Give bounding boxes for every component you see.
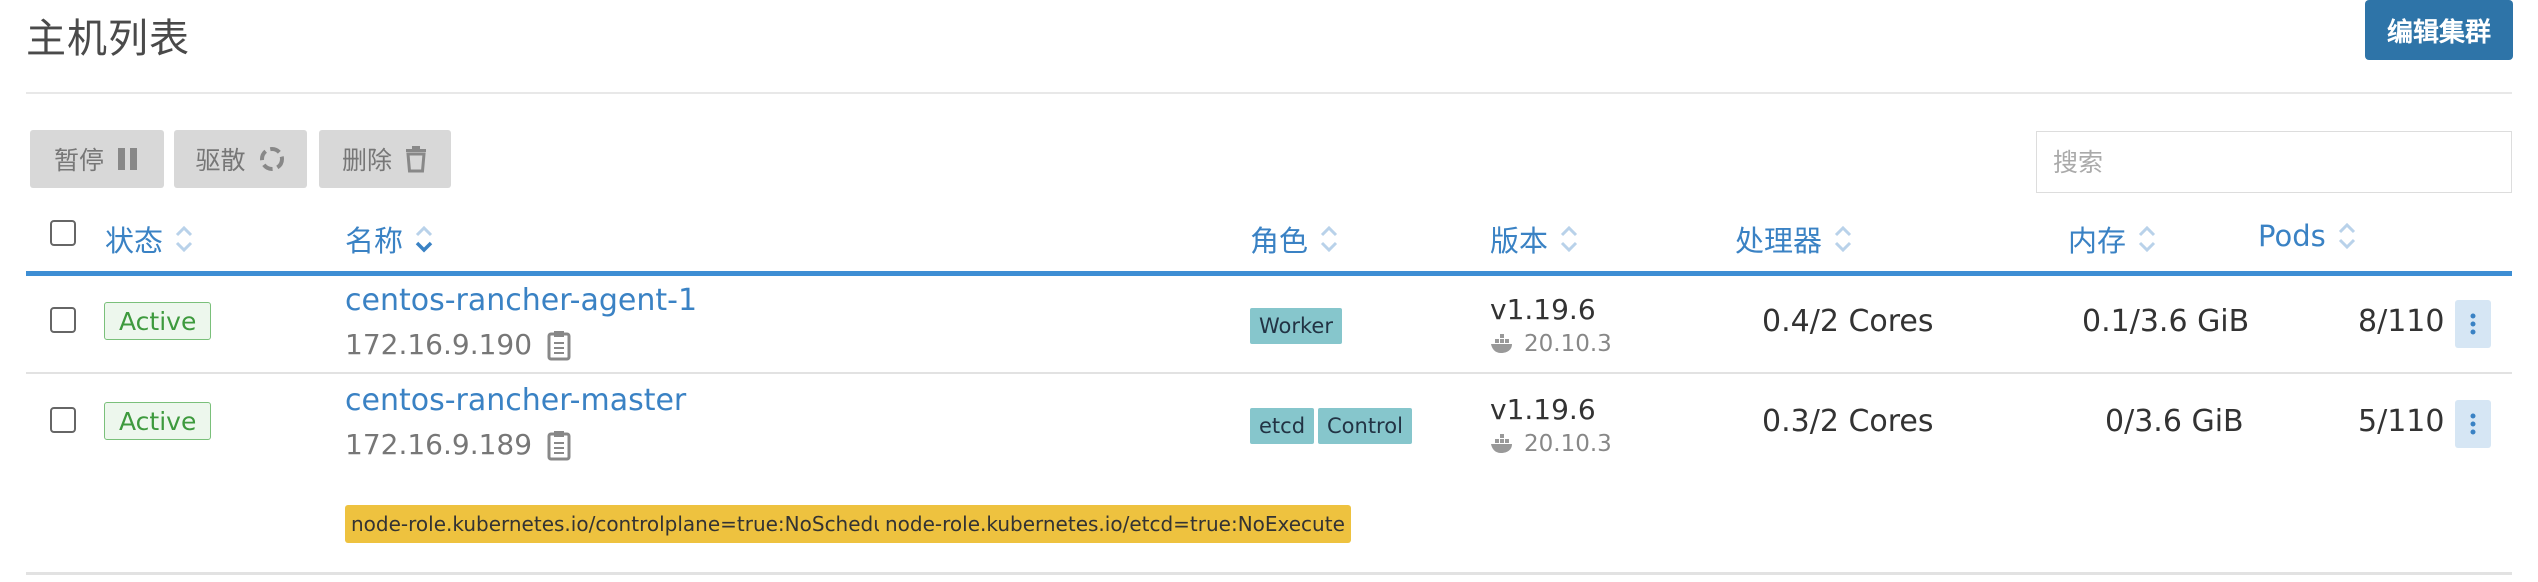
docker-icon xyxy=(1491,334,1512,353)
host-ip: 172.16.9.189 xyxy=(345,428,574,461)
host-ip-text: 172.16.9.189 xyxy=(345,428,533,461)
pause-button-label: 暂停 xyxy=(53,146,104,175)
docker-version-text: 20.10.3 xyxy=(1524,431,1612,457)
host-name-link[interactable]: centos-rancher-agent-1 xyxy=(345,283,697,318)
table-bottom-divider xyxy=(26,572,2512,575)
evict-icon xyxy=(259,147,284,171)
sort-icon xyxy=(1560,225,1578,253)
status-badge: Active xyxy=(104,302,212,340)
row-checkbox[interactable] xyxy=(50,407,76,433)
table-header-divider xyxy=(26,271,2512,276)
memory-usage: 0/3.6 GiB xyxy=(2105,404,2244,439)
delete-button[interactable]: 删除 xyxy=(319,130,451,188)
kubernetes-version: v1.19.6 xyxy=(1490,393,1596,426)
row-actions-button[interactable] xyxy=(2455,300,2491,348)
delete-button-label: 删除 xyxy=(341,146,392,175)
docker-icon xyxy=(1491,434,1512,453)
column-header-role[interactable]: 角色 xyxy=(1250,218,1340,260)
row-divider xyxy=(26,372,2512,374)
docker-version: 20.10.3 xyxy=(1490,431,1612,457)
docker-version-text: 20.10.3 xyxy=(1524,331,1612,357)
column-header-memory[interactable]: 内存 xyxy=(2068,218,2158,260)
role-badge-worker: Worker xyxy=(1250,308,1342,344)
sort-icon xyxy=(2338,222,2355,250)
kebab-icon xyxy=(2470,413,2476,435)
sort-icon xyxy=(1320,225,1338,253)
row-checkbox[interactable] xyxy=(50,307,76,333)
sort-icon xyxy=(1834,225,1852,253)
column-header-version[interactable]: 版本 xyxy=(1490,218,1580,260)
copy-icon[interactable] xyxy=(546,329,574,361)
column-header-memory-label: 内存 xyxy=(2068,224,2127,258)
select-all-checkbox[interactable] xyxy=(50,220,76,246)
sort-icon xyxy=(175,225,193,253)
taint-badge-controlplane: node-role.kubernetes.io/controlplane=tru… xyxy=(345,505,910,543)
host-ip-text: 172.16.9.190 xyxy=(345,328,533,361)
column-header-name[interactable]: 名称 xyxy=(345,218,435,260)
column-header-role-label: 角色 xyxy=(1250,224,1309,258)
role-badge-control: Control xyxy=(1318,408,1412,444)
pods-usage: 8/110 xyxy=(2358,304,2445,339)
pause-icon xyxy=(118,148,137,170)
edit-cluster-button[interactable]: 编辑集群 xyxy=(2365,0,2513,60)
role-badge-etcd: etcd xyxy=(1250,408,1315,444)
status-badge: Active xyxy=(104,402,212,440)
sort-icon xyxy=(2138,225,2156,253)
host-ip: 172.16.9.190 xyxy=(345,328,574,361)
title-divider xyxy=(26,92,2512,94)
pods-usage: 5/110 xyxy=(2358,404,2445,439)
column-header-state[interactable]: 状态 xyxy=(105,218,195,260)
pause-button[interactable]: 暂停 xyxy=(30,130,164,188)
evict-button[interactable]: 驱散 xyxy=(174,130,307,188)
column-header-version-label: 版本 xyxy=(1490,224,1549,258)
column-header-state-label: 状态 xyxy=(105,224,164,258)
column-header-cpu[interactable]: 处理器 xyxy=(1735,218,1854,260)
cpu-usage: 0.4/2 Cores xyxy=(1762,304,1934,339)
copy-icon[interactable] xyxy=(546,429,574,461)
column-header-pods[interactable]: Pods xyxy=(2258,218,2358,254)
evict-button-label: 驱散 xyxy=(195,146,246,175)
row-actions-button[interactable] xyxy=(2455,400,2491,448)
host-name-link[interactable]: centos-rancher-master xyxy=(345,383,686,418)
column-header-cpu-label: 处理器 xyxy=(1735,224,1823,258)
memory-usage: 0.1/3.6 GiB xyxy=(2082,304,2250,339)
docker-version: 20.10.3 xyxy=(1490,331,1612,357)
sort-icon xyxy=(415,225,433,253)
column-header-name-label: 名称 xyxy=(345,224,404,258)
trash-icon xyxy=(406,146,426,173)
page-title: 主机列表 xyxy=(26,16,190,62)
search-input[interactable] xyxy=(2036,131,2512,193)
kubernetes-version: v1.19.6 xyxy=(1490,293,1596,326)
column-header-pods-label: Pods xyxy=(2258,219,2326,253)
kebab-icon xyxy=(2470,313,2476,335)
taint-badge-etcd: node-role.kubernetes.io/etcd=true:NoExec… xyxy=(879,505,1351,543)
cpu-usage: 0.3/2 Cores xyxy=(1762,404,1934,439)
